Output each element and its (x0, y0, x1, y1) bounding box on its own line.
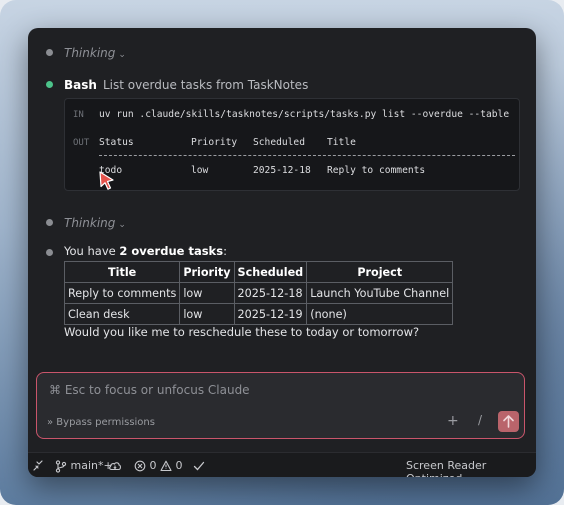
table-cell: Launch YouTube Channel (306, 282, 454, 304)
table-cell: Reply to comments (63, 282, 181, 304)
answer-intro-suffix: : (223, 244, 227, 258)
table-header: Scheduled (233, 261, 308, 283)
output-divider (99, 155, 515, 156)
slash-command-button[interactable]: / (478, 413, 482, 427)
prompt-placeholder: ⌘ Esc to focus or unfocus Claude (49, 383, 250, 397)
remote-icon[interactable] (32, 459, 44, 472)
command-text: uv run .claude/skills/tasknotes/scripts/… (99, 109, 510, 120)
output-header-priority: Priority (191, 137, 238, 148)
warning-icon (160, 460, 172, 472)
warning-count: 0 (175, 459, 183, 472)
step-dot (46, 49, 53, 56)
table-row: Clean desk low 2025-12-19 (none) (63, 303, 454, 325)
followup-question: Would you like me to reschedule these to… (64, 325, 420, 339)
table-header-row: Title Priority Scheduled Project (63, 261, 454, 283)
table-cell: (none) (306, 303, 454, 325)
table-header: Project (306, 261, 454, 283)
git-branch-icon (55, 459, 67, 473)
branch-indicator[interactable]: main*+ (55, 459, 113, 473)
checkmark-icon[interactable] (193, 459, 205, 472)
step-dot (46, 219, 53, 226)
mouse-cursor-icon (99, 171, 114, 190)
table-header: Priority (179, 261, 235, 283)
output-cell-priority: low (191, 165, 209, 176)
step-dot (46, 249, 53, 256)
answer-intro-text: You have (64, 244, 120, 258)
table-cell: 2025-12-18 (233, 282, 308, 304)
table-cell: 2025-12-19 (233, 303, 308, 325)
success-dot (46, 81, 53, 88)
error-icon (134, 460, 146, 472)
conversation: Thinking ⌄ Bash List overdue tasks from Ta… (28, 28, 536, 368)
status-bar: main*+ 0 0 Screen Reader Optimized (28, 452, 536, 477)
answer-intro: You have 2 overdue tasks: (64, 244, 227, 258)
answer-intro-bold: 2 overdue tasks (119, 244, 224, 258)
problems-indicator[interactable]: 0 0 (134, 459, 183, 472)
chevron-down-icon: ⌄ (118, 50, 126, 60)
arrow-up-icon (503, 415, 514, 428)
screen-reader-mode[interactable]: Screen Reader Optimized (406, 459, 536, 477)
send-button[interactable] (498, 411, 519, 432)
output-header-scheduled: Scheduled (253, 137, 305, 148)
table-cell: low (179, 303, 235, 325)
prompt-input[interactable]: ⌘ Esc to focus or unfocus Claude » Bypas… (36, 372, 525, 439)
table-cell: Clean desk (63, 303, 181, 325)
table-header: Title (63, 261, 181, 283)
thinking-label: Thinking (64, 216, 116, 230)
output-cell-scheduled: 2025-12-18 (253, 165, 311, 176)
thinking-toggle[interactable]: Thinking ⌄ (64, 46, 126, 60)
output-tag: OUT (73, 138, 90, 148)
sync-icon[interactable] (108, 459, 122, 472)
chevron-down-icon: ⌄ (118, 220, 126, 230)
table-cell: low (179, 282, 235, 304)
tool-name: Bash (64, 78, 97, 92)
tool-io-block: IN uv run .claude/skills/tasknotes/scrip… (64, 98, 520, 191)
table-row: Reply to comments low 2025-12-18 Launch … (63, 282, 454, 304)
overdue-tasks-table: Title Priority Scheduled Project Reply t… (63, 261, 454, 325)
output-cell-title: Reply to comments (327, 165, 426, 176)
thinking-label: Thinking (64, 46, 116, 60)
error-count: 0 (149, 459, 157, 472)
output-header-title: Title (327, 137, 356, 148)
output-header-status: Status (99, 137, 134, 148)
tool-call-header[interactable]: Bash List overdue tasks from TaskNotes (64, 78, 308, 92)
claude-panel: Thinking ⌄ Bash List overdue tasks from Ta… (28, 28, 536, 477)
add-attachment-button[interactable]: + (447, 413, 459, 429)
tool-description: List overdue tasks from TaskNotes (102, 78, 309, 92)
branch-name: main*+ (70, 459, 113, 472)
thinking-toggle[interactable]: Thinking ⌄ (64, 216, 126, 230)
bypass-permissions-toggle[interactable]: » Bypass permissions (47, 417, 155, 428)
input-tag: IN (73, 110, 84, 120)
